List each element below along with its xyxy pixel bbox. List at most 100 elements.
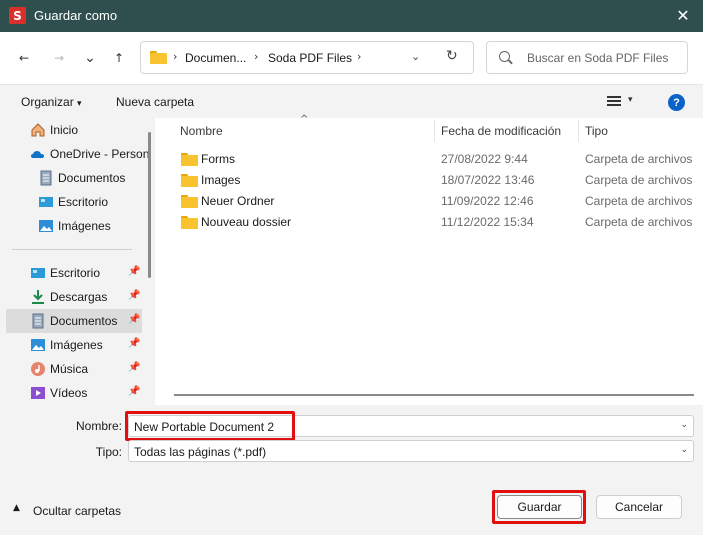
address-dropdown-icon[interactable]: ⌄ [411, 50, 420, 63]
sidebar-item-escritorio[interactable]: Escritorio [6, 190, 142, 214]
file-type: Carpeta de archivos [585, 215, 693, 229]
sidebar-item-imagenes-pinned[interactable]: Imágenes 📌 [6, 333, 142, 357]
sidebar-item-musica[interactable]: Música 📌 [6, 357, 142, 381]
forward-arrow-icon[interactable]: → [48, 47, 70, 69]
organize-button[interactable]: Organizar ▾ [21, 95, 82, 109]
sidebar-item-label: Documentos [58, 171, 126, 185]
sidebar-item-label: Inicio [50, 123, 79, 137]
file-type: Carpeta de archivos [585, 173, 693, 187]
sidebar-item-label: Escritorio [58, 195, 109, 209]
sidebar-item-label: Escritorio [50, 266, 101, 280]
file-name: Forms [201, 152, 235, 166]
breadcrumb-item-documentos[interactable]: Documen... [185, 51, 246, 65]
downloads-icon [32, 290, 44, 304]
file-date: 11/12/2022 15:34 [441, 215, 534, 229]
column-header-type[interactable]: Tipo [585, 124, 608, 138]
view-options-caret-icon[interactable]: ▾ [628, 95, 633, 105]
back-arrow-icon[interactable]: ← [13, 47, 35, 69]
sidebar-divider [12, 249, 132, 250]
file-type: Carpeta de archivos [585, 194, 693, 208]
file-date: 11/09/2022 12:46 [441, 194, 534, 208]
sidebar-item-label: Música [50, 362, 89, 376]
navigation-bar: ← → ⌄ ↑ › Documen... › Soda PDF Files › … [0, 32, 703, 84]
sidebar-item-escritorio-pinned[interactable]: Escritorio 📌 [6, 261, 142, 285]
documents-icon [32, 313, 44, 329]
sidebar-item-onedrive[interactable]: OneDrive - Person [6, 142, 149, 166]
file-type: Carpeta de archivos [585, 152, 693, 166]
up-arrow-icon[interactable]: ↑ [108, 47, 130, 69]
search-input[interactable]: Buscar en Soda PDF Files [486, 41, 688, 74]
filetype-select[interactable]: Todas las páginas (*.pdf) ⌄ [128, 440, 694, 462]
navigation-pane: Inicio OneDrive - Person Documentos Escr… [0, 118, 155, 405]
sidebar-item-descargas[interactable]: Descargas 📌 [6, 285, 142, 309]
close-icon[interactable]: ✕ [673, 5, 693, 25]
hide-folders-label: Ocultar carpetas [33, 504, 122, 518]
pin-icon: 📌 [128, 362, 141, 373]
table-row[interactable]: Forms 27/08/2022 9:44 Carpeta de archivo… [162, 148, 703, 169]
sidebar-item-documentos-pinned[interactable]: Documentos 📌 [6, 309, 142, 333]
cancel-button[interactable]: Cancelar [596, 495, 682, 519]
filename-label: Nombre: [75, 419, 122, 433]
home-icon [31, 123, 45, 137]
sidebar-scrollbar[interactable] [148, 132, 151, 278]
folder-icon [181, 216, 198, 229]
sidebar-item-label: Imágenes [50, 338, 103, 352]
address-bar[interactable]: › Documen... › Soda PDF Files › ⌄ ↻ [140, 41, 474, 74]
filetype-label: Tipo: [95, 445, 122, 459]
title-bar: S Guardar como ✕ [0, 0, 703, 32]
recent-locations-chevron-icon[interactable]: ⌄ [79, 47, 101, 69]
sidebar-item-label: Descargas [50, 290, 108, 304]
new-folder-button[interactable]: Nueva carpeta [116, 95, 194, 109]
filename-value: New Portable Document 2 [134, 420, 275, 434]
hide-folders-button[interactable]: ▲ Ocultar carpetas [13, 503, 122, 518]
pin-icon: 📌 [128, 290, 141, 301]
column-divider[interactable] [434, 120, 435, 142]
folder-icon [181, 153, 198, 166]
desktop-icon [31, 268, 45, 278]
column-divider[interactable] [578, 120, 579, 142]
filetype-value: Todas las páginas (*.pdf) [134, 445, 267, 459]
column-header-name[interactable]: Nombre [180, 124, 223, 138]
table-row[interactable]: Neuer Ordner 11/09/2022 12:46 Carpeta de… [162, 190, 703, 211]
horizontal-scrollbar[interactable] [174, 394, 694, 396]
sidebar-item-imagenes[interactable]: Imágenes [6, 214, 142, 238]
sidebar-item-inicio[interactable]: Inicio [6, 118, 142, 142]
refresh-icon[interactable]: ↻ [446, 48, 458, 64]
save-form-panel: Nombre: New Portable Document 2 ⌄ Tipo: … [0, 405, 703, 535]
breadcrumb-separator-icon: › [254, 50, 259, 63]
file-list: ^ Nombre Fecha de modificación Tipo Form… [162, 114, 703, 405]
organize-label: Organizar [21, 95, 74, 109]
search-placeholder: Buscar en Soda PDF Files [527, 51, 669, 65]
pictures-icon [31, 339, 45, 351]
help-icon[interactable]: ? [668, 94, 685, 111]
table-row[interactable]: Nouveau dossier 11/12/2022 15:34 Carpeta… [162, 211, 703, 232]
pin-icon: 📌 [128, 314, 141, 325]
command-toolbar: Organizar ▾ Nueva carpeta ▾ ? [0, 84, 703, 118]
soda-pdf-app-icon: S [9, 7, 26, 24]
filename-dropdown-icon[interactable]: ⌄ [680, 420, 688, 430]
sidebar-item-documentos[interactable]: Documentos [6, 166, 142, 190]
filetype-dropdown-icon[interactable]: ⌄ [680, 445, 688, 455]
sidebar-item-label: Documentos [50, 314, 118, 328]
breadcrumb-separator-icon: › [357, 50, 362, 63]
chevron-up-icon: ▲ [13, 503, 20, 513]
table-row[interactable]: Images 18/07/2022 13:46 Carpeta de archi… [162, 169, 703, 190]
search-icon [499, 51, 510, 62]
file-date: 18/07/2022 13:46 [441, 173, 535, 187]
videos-icon [31, 387, 45, 399]
view-options-icon[interactable] [607, 96, 621, 107]
pictures-icon [39, 220, 53, 232]
folder-icon [181, 195, 198, 208]
save-button[interactable]: Guardar [497, 495, 582, 519]
sidebar-item-label: Imágenes [58, 219, 111, 233]
sidebar-item-label: OneDrive - Person [50, 147, 150, 161]
filename-field[interactable]: New Portable Document 2 ⌄ [128, 415, 694, 437]
sidebar-item-videos[interactable]: Vídeos 📌 [6, 381, 142, 405]
desktop-icon [39, 197, 53, 207]
window-title: Guardar como [34, 8, 118, 23]
folder-icon [150, 51, 167, 64]
file-date: 27/08/2022 9:44 [441, 152, 528, 166]
pin-icon: 📌 [128, 338, 141, 349]
column-header-date[interactable]: Fecha de modificación [441, 124, 561, 138]
breadcrumb-item-soda-pdf-files[interactable]: Soda PDF Files [268, 51, 352, 65]
